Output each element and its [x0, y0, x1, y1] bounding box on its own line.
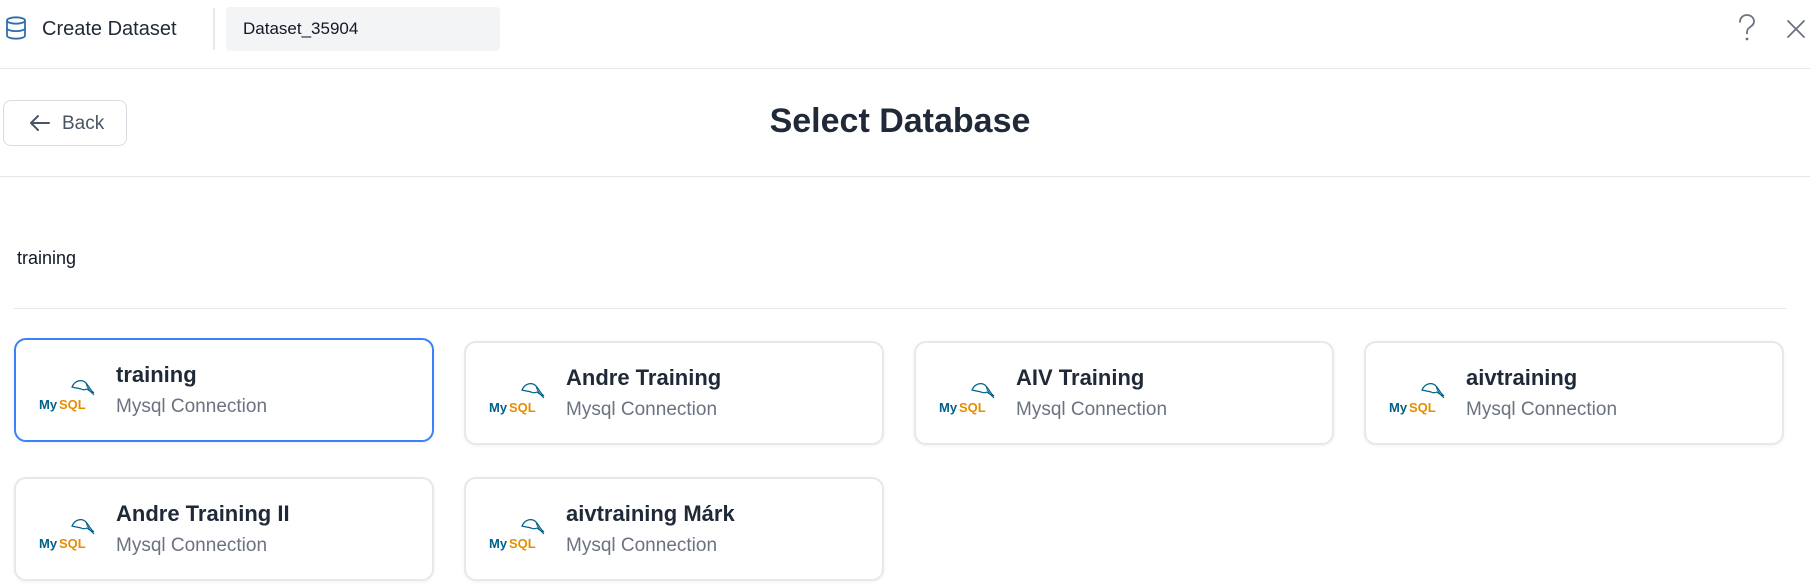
- search-input[interactable]: [14, 238, 1784, 278]
- svg-text:My: My: [939, 400, 958, 415]
- svg-text:My: My: [39, 536, 58, 551]
- svg-text:SQL: SQL: [959, 400, 986, 415]
- close-icon[interactable]: [1786, 19, 1806, 39]
- search-underline: [14, 308, 1786, 309]
- database-name: Andre Training II: [116, 501, 290, 526]
- app-title: Create Dataset: [42, 18, 177, 40]
- database-card[interactable]: My SQL AIV Training Mysql Connection: [914, 341, 1334, 445]
- connection-type: Mysql Connection: [1466, 399, 1618, 420]
- database-card[interactable]: My SQL aivtraining Mysql Connection: [1364, 341, 1784, 445]
- svg-text:SQL: SQL: [509, 536, 536, 551]
- svg-text:My: My: [39, 397, 58, 412]
- database-card[interactable]: My SQL training Mysql Connection: [14, 338, 434, 442]
- database-card[interactable]: My SQL Andre Training Mysql Connection: [464, 341, 884, 445]
- database-name: Andre Training: [566, 365, 722, 390]
- database-name: training: [116, 362, 197, 387]
- svg-text:SQL: SQL: [1409, 400, 1436, 415]
- svg-text:My: My: [1389, 400, 1408, 415]
- svg-text:My: My: [489, 536, 508, 551]
- title-divider: [213, 8, 215, 50]
- svg-text:SQL: SQL: [59, 536, 86, 551]
- connection-type: Mysql Connection: [566, 399, 718, 420]
- database-icon: [6, 16, 26, 40]
- database-name: AIV Training: [1016, 365, 1145, 390]
- mysql-logo-icon: My SQL: [1388, 381, 1448, 415]
- connection-type: Mysql Connection: [566, 535, 718, 556]
- mysql-logo-icon: My SQL: [38, 378, 98, 412]
- svg-text:SQL: SQL: [509, 400, 536, 415]
- top-bar: Create Dataset: [0, 0, 1810, 69]
- page-title: Select Database: [769, 102, 1031, 140]
- mysql-logo-icon: My SQL: [488, 517, 548, 551]
- mysql-logo-icon: My SQL: [38, 517, 98, 551]
- connection-type: Mysql Connection: [116, 396, 268, 417]
- mysql-logo-icon: My SQL: [488, 381, 548, 415]
- database-card[interactable]: My SQL aivtraining Márk Mysql Connection: [464, 477, 884, 581]
- svg-text:My: My: [489, 400, 508, 415]
- dataset-name-input[interactable]: [226, 7, 500, 51]
- svg-text:SQL: SQL: [59, 397, 86, 412]
- help-icon[interactable]: [1736, 13, 1758, 43]
- database-name: aivtraining: [1466, 365, 1578, 390]
- mysql-logo-icon: My SQL: [938, 381, 998, 415]
- connection-type: Mysql Connection: [1016, 399, 1168, 420]
- database-name: aivtraining Márk: [566, 501, 735, 526]
- connection-type: Mysql Connection: [116, 535, 268, 556]
- page-header: Back Select Database: [0, 69, 1810, 177]
- database-card[interactable]: My SQL Andre Training II Mysql Connection: [14, 477, 434, 581]
